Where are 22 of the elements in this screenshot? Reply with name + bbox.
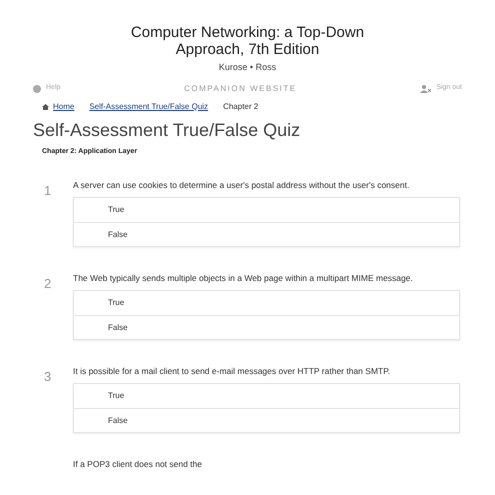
user-icon	[420, 84, 432, 92]
question-number: 1	[44, 183, 52, 198]
answer-option[interactable]: True	[74, 198, 459, 222]
site-title: Computer Networking: a Top-Down Approach, 7th Edition	[130, 24, 366, 58]
home-icon	[42, 104, 49, 110]
page-heading: Self-Assessment True/False Quiz	[32, 118, 302, 140]
companion-website-label: COMPANION WEBSITE	[184, 82, 297, 94]
question-number: 3	[44, 369, 52, 384]
breadcrumb-link[interactable]: Self-Assessment True/False Quiz	[89, 100, 208, 112]
answer-option[interactable]: False	[74, 222, 459, 246]
question-text: If a POP3 client does not send the	[73, 458, 203, 470]
question-text: A server can use cookies to determine a user's postal address without the user's consent.	[73, 179, 410, 191]
breadcrumb-link[interactable]: Home	[53, 100, 74, 112]
question-number: 2	[44, 276, 52, 291]
answer-option[interactable]: False	[74, 408, 459, 432]
answer-option[interactable]: True	[74, 384, 459, 408]
question-text: It is possible for a mail client to send e-mail messages over HTTP rather than SMTP.	[73, 365, 392, 377]
answer-option[interactable]: False	[74, 315, 459, 339]
authors: Kurose • Ross	[218, 61, 276, 74]
answer-option[interactable]: True	[74, 291, 459, 315]
question-text: The Web typically sends multiple objects in a Web page within a multipart MIME message.	[73, 272, 414, 284]
breadcrumb-current: Chapter 2	[223, 100, 258, 112]
